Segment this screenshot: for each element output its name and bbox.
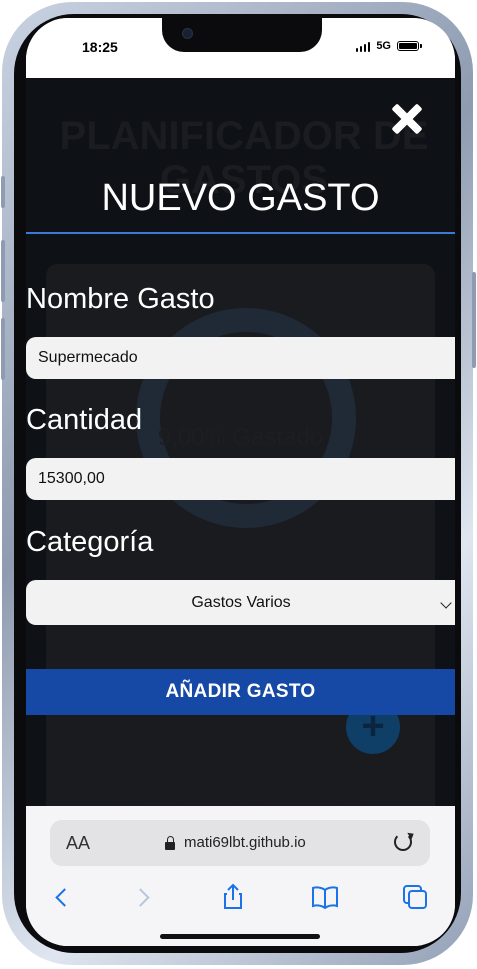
add-expense-button[interactable]: AÑADIR GASTO [26,669,455,715]
status-time: 18:25 [82,39,118,55]
status-bar: 18:25 5G [26,18,455,78]
tabs-icon[interactable] [400,882,430,912]
back-icon[interactable] [48,882,78,912]
forward-icon[interactable] [130,882,160,912]
web-content: PLANIFICADOR DE GASTOS 9,00% Gastado Pre… [26,78,455,806]
text-size-button[interactable]: AA [66,833,90,854]
status-indicators: 5G [355,40,422,52]
category-label: Categoría [26,526,154,558]
signal-icon [355,41,371,52]
category-selected: Gastos Varios [191,594,291,611]
address-bar[interactable]: AA mati69lbt.github.io [50,820,430,866]
close-icon[interactable] [388,100,426,138]
name-input[interactable]: Supermecado [26,337,455,379]
power-button [472,272,476,368]
budget-line: Presupuesto: $50.000,00 [26,784,455,806]
amount-label: Cantidad [26,404,143,436]
browser-toolbar [26,878,455,918]
volume-up-button [1,240,5,302]
amount-input[interactable]: 15300,00 [26,458,455,500]
lock-icon [165,836,175,850]
home-indicator [160,934,320,939]
browser-bar: AA mati69lbt.github.io [26,806,455,946]
share-icon[interactable] [218,882,248,912]
budget-value: $50.000,00 [257,784,364,806]
chevron-down-icon [440,597,452,609]
volume-down-button [1,318,5,380]
modal-title: NUEVO GASTO [101,177,380,219]
mute-switch [1,176,5,208]
network-type: 5G [376,40,391,52]
reload-icon[interactable] [394,833,412,851]
title-divider [26,232,455,234]
bookmarks-icon[interactable] [310,882,340,912]
front-camera [182,28,193,39]
category-select[interactable]: Gastos Varios [26,580,455,625]
battery-icon [397,41,422,51]
notch [162,18,322,52]
text-size-label: AA [66,833,91,853]
name-label: Nombre Gasto [26,283,215,315]
url-text: mati69lbt.github.io [184,834,306,851]
budget-label: Presupuesto: [117,784,253,806]
screen: 18:25 5G PLANIFICADOR DE GASTOS 9,00% Ga… [26,18,455,946]
